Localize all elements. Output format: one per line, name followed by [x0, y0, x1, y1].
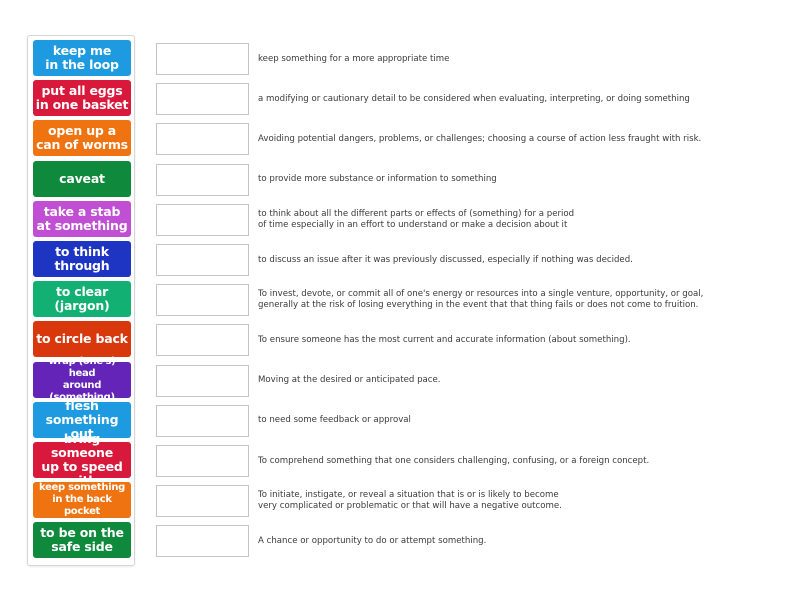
answer-drop-zone[interactable] [156, 404, 249, 437]
tile-bank: keep me in the loop put all eggs in one b… [27, 35, 135, 566]
match-row: A chance or opportunity to do or attempt… [156, 525, 776, 558]
draggable-answer-tile[interactable]: to be on the safe side [33, 522, 131, 559]
match-row: a modifying or cautionary detail to be c… [156, 83, 776, 116]
definition-text: A chance or opportunity to do or attempt… [258, 535, 487, 546]
answer-drop-zone[interactable] [156, 43, 249, 75]
match-row: to provide more substance or information… [156, 163, 776, 196]
definition-text: Avoiding potential dangers, problems, or… [258, 133, 702, 144]
definition-text: To initiate, instigate, or reveal a situ… [258, 490, 562, 512]
match-row: To initiate, instigate, or reveal a situ… [156, 485, 776, 518]
definition-text: Moving at the desired or anticipated pac… [258, 375, 441, 386]
draggable-answer-tile[interactable]: keep something in the back pocket [33, 482, 131, 519]
definition-text: To ensure someone has the most current a… [258, 334, 631, 345]
definition-text: To invest, devote, or commit all of one'… [258, 289, 704, 311]
definition-text: a modifying or cautionary detail to be c… [258, 93, 690, 104]
answer-drop-zone[interactable] [156, 163, 249, 196]
answer-drop-zone[interactable] [156, 324, 249, 357]
answer-drop-zone[interactable] [156, 123, 249, 156]
match-up-activity: keep me in the loop put all eggs in one b… [0, 0, 800, 600]
draggable-answer-tile[interactable]: put all eggs in one basket [33, 80, 131, 117]
draggable-answer-tile[interactable]: open up a can of worms [33, 120, 131, 157]
match-row: to think about all the different parts o… [156, 203, 776, 236]
match-row: Avoiding potential dangers, problems, or… [156, 123, 776, 156]
draggable-answer-tile[interactable]: to clear (jargon) [33, 281, 131, 318]
definition-text: to think about all the different parts o… [258, 208, 575, 230]
answer-drop-zone[interactable] [156, 445, 249, 477]
draggable-answer-tile[interactable]: to circle back [33, 321, 131, 358]
answer-drop-zone[interactable] [156, 525, 249, 558]
match-row: To ensure someone has the most current a… [156, 324, 776, 357]
answer-drop-zone[interactable] [156, 83, 249, 116]
answer-drop-zone[interactable] [156, 284, 249, 317]
definition-text: to provide more substance or information… [258, 174, 497, 185]
match-row: keep something for a more appropriate ti… [156, 43, 776, 75]
draggable-answer-tile[interactable]: wrap (one's) head around (something) [33, 356, 131, 403]
definition-text: To comprehend something that one conside… [258, 455, 650, 466]
answer-drop-zone[interactable] [156, 364, 249, 397]
match-row: to need some feedback or approval [156, 404, 776, 437]
draggable-answer-tile[interactable]: caveat [33, 160, 131, 197]
answer-drop-zone[interactable] [156, 203, 249, 236]
answer-drop-zone[interactable] [156, 244, 249, 276]
draggable-answer-tile[interactable]: keep me in the loop [33, 40, 131, 76]
draggable-answer-tile[interactable]: to think through [33, 241, 131, 277]
answer-drop-zone[interactable] [156, 485, 249, 518]
draggable-answer-tile[interactable]: take a stab at something [33, 200, 131, 237]
match-row: To comprehend something that one conside… [156, 445, 776, 477]
draggable-answer-tile[interactable]: bring someone up to speed with [33, 432, 131, 488]
match-row: To invest, devote, or commit all of one'… [156, 284, 776, 317]
definition-text: keep something for a more appropriate ti… [258, 53, 450, 64]
match-row: to discuss an issue after it was previou… [156, 244, 776, 276]
definition-text: to need some feedback or approval [258, 415, 411, 426]
definition-text: to discuss an issue after it was previou… [258, 254, 633, 265]
match-row: Moving at the desired or anticipated pac… [156, 364, 776, 397]
